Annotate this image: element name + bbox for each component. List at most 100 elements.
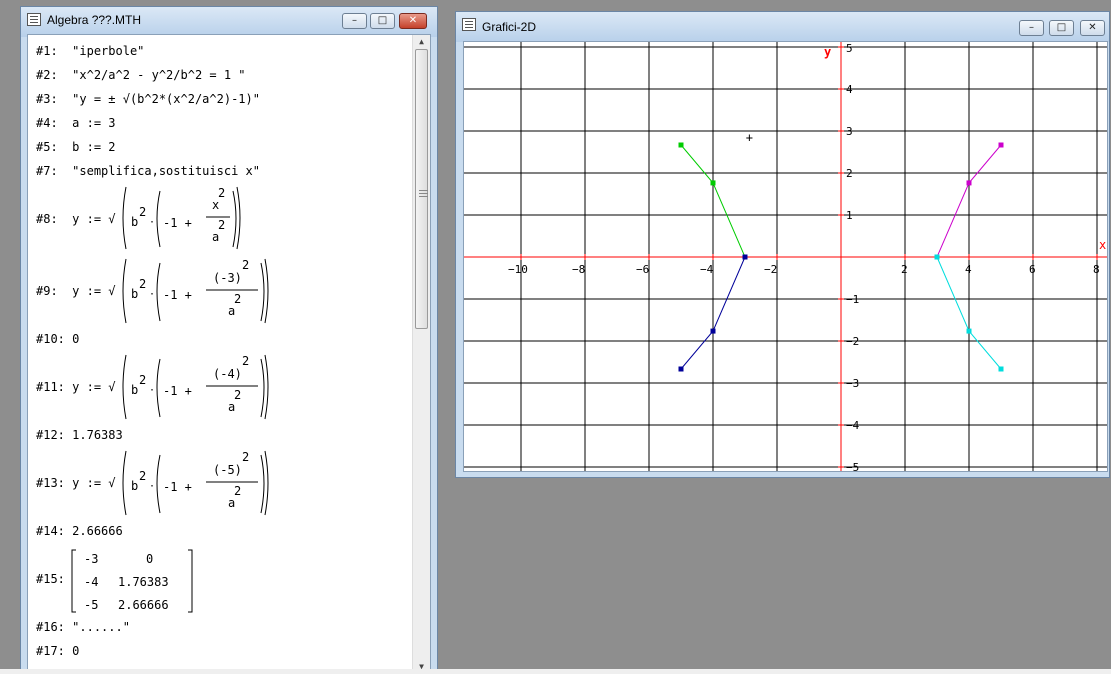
expression-line-9[interactable]: #9: y := √ b 2 · -1 + 2 (-3) 2 a xyxy=(28,255,418,327)
expression-line-13[interactable]: #13: y := √ b 2 · -1 + 2 (-5) 2 a xyxy=(28,447,418,519)
expression-line-14[interactable]: #14: 2.66666 xyxy=(36,524,123,538)
formula-9: b 2 · -1 + 2 (-3) 2 a xyxy=(122,258,269,324)
series-magenta-point xyxy=(998,142,1004,148)
expression-text: "semplifica,sostituisci x" xyxy=(72,164,260,178)
minimize-button[interactable]: – xyxy=(342,13,367,29)
expression-line-10[interactable]: #10: 0 xyxy=(36,332,79,346)
line-number: #12: xyxy=(36,428,65,442)
algebra-expression-list[interactable]: #1: "iperbole" #2: "x^2/a^2 - y^2/b^2 = … xyxy=(27,34,431,674)
expression-text: a := 3 xyxy=(72,116,116,130)
expression-text: y := √ xyxy=(72,380,116,394)
series-cyan-point xyxy=(934,254,940,260)
line-number: #5: xyxy=(36,140,58,154)
x-tick-label: 2 xyxy=(901,263,908,276)
algebra-window: Algebra ???.MTH – □ ✕ #1: "iperbole" #2:… xyxy=(20,6,438,674)
formula-13: b 2 · -1 + 2 (-5) 2 a xyxy=(122,450,269,516)
maximize-button[interactable]: □ xyxy=(370,13,395,29)
svg-text:2: 2 xyxy=(242,450,249,464)
line-number: #16: xyxy=(36,620,65,634)
grip-icon xyxy=(419,190,428,191)
plot-minimize-button[interactable]: – xyxy=(1019,20,1044,36)
vertical-scrollbar[interactable]: ▲ ▼ xyxy=(412,35,430,673)
line-number: #11: xyxy=(36,380,65,394)
line-number: #10: xyxy=(36,332,65,346)
svg-text:(-4): (-4) xyxy=(213,367,242,381)
expression-line-3[interactable]: #3: "y = ± √(b^2*(x^2/a^2)-1)" xyxy=(36,92,260,106)
x-tick-label: 8 xyxy=(1093,263,1100,276)
series-green-point xyxy=(678,142,684,148)
expression-line-11[interactable]: #11: y := √ b 2 · -1 + 2 (-4) 2 a xyxy=(28,351,418,423)
expression-text: 0 xyxy=(72,332,80,346)
formula-b: b xyxy=(131,215,138,229)
x-tick-label: −8 xyxy=(572,263,585,276)
scroll-up-arrow-icon[interactable]: ▲ xyxy=(413,37,430,46)
line-number: #1: xyxy=(36,44,58,58)
line-number: #8: xyxy=(36,212,58,226)
svg-text:b: b xyxy=(131,287,138,301)
x-tick-label: −6 xyxy=(636,263,649,276)
y-axis-label: y xyxy=(824,45,831,59)
line-number: #3: xyxy=(36,92,58,106)
svg-text:·: · xyxy=(149,289,155,300)
line-number: #2: xyxy=(36,68,58,82)
algebra-titlebar[interactable]: Algebra ???.MTH – □ ✕ xyxy=(21,7,437,37)
matrix-cell: -5 xyxy=(84,598,98,612)
cursor-crosshair: + xyxy=(746,130,753,144)
expression-line-1[interactable]: #1: "iperbole" xyxy=(36,44,144,58)
expression-line-8[interactable]: #8: y := √ b 2 · -1 + 2 x 2 a xyxy=(28,183,418,253)
scrollbar-thumb[interactable] xyxy=(415,49,428,329)
hyperbola-plot[interactable]: −10 −8 −6 −4 −2 2 4 6 8 −5 −4 −3 −2 −1 1 2 3 4 5 x y + xyxy=(464,42,1108,472)
line-number: #17: xyxy=(36,644,65,658)
y-tick-label: 1 xyxy=(846,209,853,222)
y-tick-label: −3 xyxy=(846,377,859,390)
expression-line-4[interactable]: #4: a := 3 xyxy=(36,116,116,130)
line-number: #7: xyxy=(36,164,58,178)
close-button[interactable]: ✕ xyxy=(399,13,427,29)
svg-text:x: x xyxy=(212,198,219,212)
plot-close-button[interactable]: ✕ xyxy=(1080,20,1105,36)
expression-line-2[interactable]: #2: "x^2/a^2 - y^2/b^2 = 1 " xyxy=(36,68,246,82)
expression-text: "y = ± √(b^2*(x^2/a^2)-1)" xyxy=(72,92,260,106)
y-tick-label: −2 xyxy=(846,335,859,348)
expression-line-16[interactable]: #16: "......" xyxy=(36,620,130,634)
plot-window-title: Grafici-2D xyxy=(482,20,537,34)
matrix-cell: 1.76383 xyxy=(118,575,169,589)
svg-text:-1 +: -1 + xyxy=(163,480,192,494)
formula-11: b 2 · -1 + 2 (-4) 2 a xyxy=(122,354,269,420)
svg-text:a: a xyxy=(228,304,235,318)
svg-text:2: 2 xyxy=(139,469,146,483)
plot-maximize-button[interactable]: □ xyxy=(1049,20,1074,36)
svg-text:·: · xyxy=(149,385,155,396)
x-axis-label: x xyxy=(1099,238,1106,252)
x-tick-label: −10 xyxy=(508,263,528,276)
expression-text: b := 2 xyxy=(72,140,116,154)
expression-line-17[interactable]: #17: 0 xyxy=(36,644,79,658)
svg-text:b: b xyxy=(131,479,138,493)
expression-line-5[interactable]: #5: b := 2 xyxy=(36,140,116,154)
expression-line-12[interactable]: #12: 1.76383 xyxy=(36,428,123,442)
plot-titlebar[interactable]: Grafici-2D – □ ✕ xyxy=(456,12,1109,42)
plot-app-icon xyxy=(462,18,476,31)
svg-text:2: 2 xyxy=(139,373,146,387)
y-tick-label: 4 xyxy=(846,83,853,96)
x-tick-label: 6 xyxy=(1029,263,1036,276)
algebra-app-icon xyxy=(27,13,41,26)
expression-line-15[interactable]: #15: -3 0 -4 1.76383 -5 2.66666 xyxy=(28,543,418,613)
svg-text:-1 +: -1 + xyxy=(163,288,192,302)
y-tick-label: −5 xyxy=(846,461,859,472)
expression-text: y := √ xyxy=(72,212,116,226)
svg-text:2: 2 xyxy=(242,258,249,272)
svg-text:a: a xyxy=(228,400,235,414)
y-tick-label: −1 xyxy=(846,293,859,306)
formula-exponent: 2 xyxy=(139,205,146,219)
formula-minus-one: -1 + xyxy=(163,216,192,230)
expression-line-7[interactable]: #7: "semplifica,sostituisci x" xyxy=(36,164,260,178)
y-tick-label: 5 xyxy=(846,42,853,55)
plot-area[interactable]: −10 −8 −6 −4 −2 2 4 6 8 −5 −4 −3 −2 −1 1 2 3 4 5 x y + xyxy=(463,41,1108,472)
y-tick-label: −4 xyxy=(846,419,860,432)
svg-text:-1 +: -1 + xyxy=(163,384,192,398)
expression-text: 1.76383 xyxy=(72,428,123,442)
line-number: #15: xyxy=(36,572,65,586)
status-strip xyxy=(0,669,1111,674)
series-green-point xyxy=(710,180,716,186)
